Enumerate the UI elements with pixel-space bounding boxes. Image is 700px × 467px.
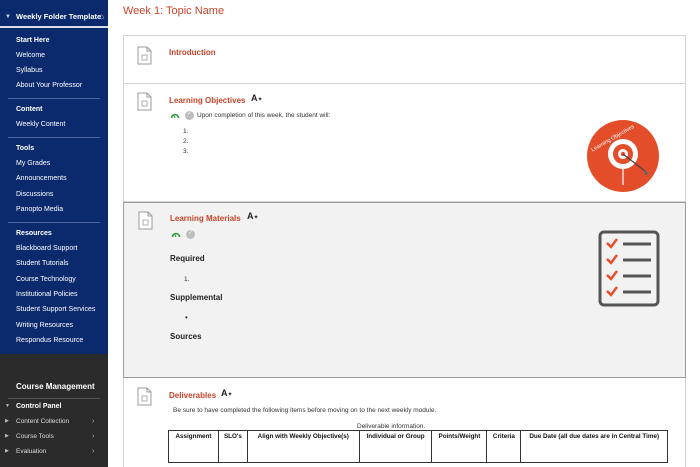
checklist-graphic xyxy=(598,230,660,307)
nav-item-about-your-professor[interactable]: About Your Professor xyxy=(16,82,82,89)
column-header-slos: SLO's xyxy=(217,430,248,463)
course-menu: ▼ Weekly Folder Template ⌂ Start Here We… xyxy=(0,0,108,354)
control-panel-label: Control Panel xyxy=(16,403,62,410)
collapse-arrow-icon[interactable]: ▶ xyxy=(5,448,9,454)
sort-options-icon[interactable]: A✦ xyxy=(247,211,259,221)
learning-objectives-target-graphic: Learning Objectives xyxy=(587,120,659,192)
nav-item-discussions[interactable]: Discussions xyxy=(16,191,53,198)
sort-options-icon[interactable]: A✦ xyxy=(221,388,233,398)
mgmt-divider xyxy=(8,398,100,399)
mgmt-item-label: Course Tools xyxy=(16,433,54,440)
nav-item-my-grades[interactable]: My Grades xyxy=(16,160,50,167)
collapse-arrow-icon[interactable]: ▶ xyxy=(5,418,9,424)
nav-item-blackboard-support[interactable]: Blackboard Support xyxy=(16,245,77,252)
nav-item-course-technology[interactable]: Course Technology xyxy=(16,276,76,283)
course-management-title: Course Management xyxy=(16,382,95,391)
control-panel-heading[interactable]: ▼ Control Panel xyxy=(5,403,62,410)
page-title: Week 1: Topic Name xyxy=(123,5,225,17)
mgmt-item-evaluation[interactable]: ▶ Evaluation › xyxy=(5,448,94,455)
chevron-right-icon[interactable]: › xyxy=(92,433,94,440)
nav-heading-start-here: Start Here xyxy=(16,37,50,44)
course-title[interactable]: ▼ Weekly Folder Template ⌂ xyxy=(0,9,108,25)
review-status-icon[interactable] xyxy=(170,111,180,121)
column-header-criteria: Criteria xyxy=(486,430,522,463)
nav-heading-resources: Resources xyxy=(16,230,52,237)
nav-item-writing-resources[interactable]: Writing Resources xyxy=(16,322,73,329)
course-title-divider xyxy=(0,26,108,28)
sources-heading: Sources xyxy=(170,332,202,341)
course-title-label: Weekly Folder Template xyxy=(16,12,102,21)
objectives-intro-text: Upon completion of this week, the studen… xyxy=(197,112,331,119)
objectives-list-item: 1. xyxy=(183,128,189,135)
content-item-deliverables: Deliverables A✦ Be sure to have complete… xyxy=(124,379,685,467)
chevron-right-icon[interactable]: › xyxy=(92,418,94,425)
nav-item-weekly-content[interactable]: Weekly Content xyxy=(16,121,65,128)
nav-item-welcome[interactable]: Welcome xyxy=(16,52,45,59)
item-title-learning-objectives[interactable]: Learning Objectives xyxy=(169,96,245,105)
content-item-learning-objectives: Learning Objectives A✦ Upon completion o… xyxy=(124,84,685,202)
mgmt-item-label: Content Collection xyxy=(16,418,70,425)
collapse-arrow-icon[interactable]: ▼ xyxy=(5,9,11,25)
document-icon xyxy=(137,387,152,406)
sort-options-icon[interactable]: A✦ xyxy=(251,93,263,103)
mgmt-item-course-tools[interactable]: ▶ Course Tools › xyxy=(5,433,94,440)
nav-divider xyxy=(8,98,100,99)
item-title-learning-materials[interactable]: Learning Materials xyxy=(170,214,241,223)
collapse-arrow-icon[interactable]: ▶ xyxy=(5,433,9,439)
document-icon xyxy=(138,211,153,230)
column-header-individual-group: Individual or Group xyxy=(358,430,433,463)
deliverables-table-caption: Deliverable information. xyxy=(357,423,426,430)
nav-heading-content: Content xyxy=(16,106,43,113)
mgmt-item-label: Evaluation xyxy=(16,448,47,455)
chevron-right-icon[interactable]: › xyxy=(92,448,94,455)
mgmt-item-content-collection[interactable]: ▶ Content Collection › xyxy=(5,418,94,425)
nav-divider xyxy=(8,222,100,223)
column-header-due-date: Due Date (all due dates are in Central T… xyxy=(520,430,668,463)
completed-check-icon[interactable] xyxy=(186,229,195,239)
home-icon[interactable]: ⌂ xyxy=(99,9,104,25)
nav-item-syllabus[interactable]: Syllabus xyxy=(16,67,42,74)
course-sidebar: ▼ Weekly Folder Template ⌂ Start Here We… xyxy=(0,0,108,467)
item-title-deliverables[interactable]: Deliverables xyxy=(169,391,216,400)
deliverables-table: Assignment SLO's Align with Weekly Objec… xyxy=(168,430,668,463)
content-item-introduction: Introduction xyxy=(124,36,685,84)
supplemental-bullet: • xyxy=(185,313,188,322)
nav-item-panopto-media[interactable]: Panopto Media xyxy=(16,206,63,213)
objectives-list-item: 2. xyxy=(183,138,189,145)
nav-divider xyxy=(8,137,100,138)
table-header-row: Assignment SLO's Align with Weekly Objec… xyxy=(168,430,668,463)
column-header-assignment: Assignment xyxy=(168,430,219,463)
content-item-learning-materials: Learning Materials A✦ Required 1. Supple… xyxy=(123,202,686,378)
nav-item-respondus-resource[interactable]: Respondus Resource xyxy=(16,337,83,344)
nav-heading-tools: Tools xyxy=(16,145,35,152)
item-title-introduction[interactable]: Introduction xyxy=(169,48,216,57)
nav-item-announcements[interactable]: Announcements xyxy=(16,175,67,182)
review-status-icon[interactable] xyxy=(171,230,181,240)
nav-item-institutional-policies[interactable]: Institutional Policies xyxy=(16,291,77,298)
expand-arrow-icon[interactable]: ▼ xyxy=(5,403,10,409)
supplemental-heading: Supplemental xyxy=(170,293,223,302)
nav-item-student-support-services[interactable]: Student Support Services xyxy=(16,306,95,313)
required-heading: Required xyxy=(170,254,205,263)
required-list-item: 1. xyxy=(184,276,190,283)
deliverables-intro-text: Be sure to have completed the following … xyxy=(173,407,437,414)
completed-check-icon[interactable] xyxy=(185,110,194,120)
course-management-panel: Course Management ▼ Control Panel ▶ Cont… xyxy=(0,354,108,467)
document-icon xyxy=(137,46,152,65)
column-header-points-weight: Points/Weight xyxy=(431,430,488,463)
nav-item-student-tutorials[interactable]: Student Tutorials xyxy=(16,260,69,267)
objectives-list-item: 3. xyxy=(183,148,189,155)
column-header-align-objectives: Align with Weekly Objective(s) xyxy=(246,430,360,463)
document-icon xyxy=(137,92,152,111)
